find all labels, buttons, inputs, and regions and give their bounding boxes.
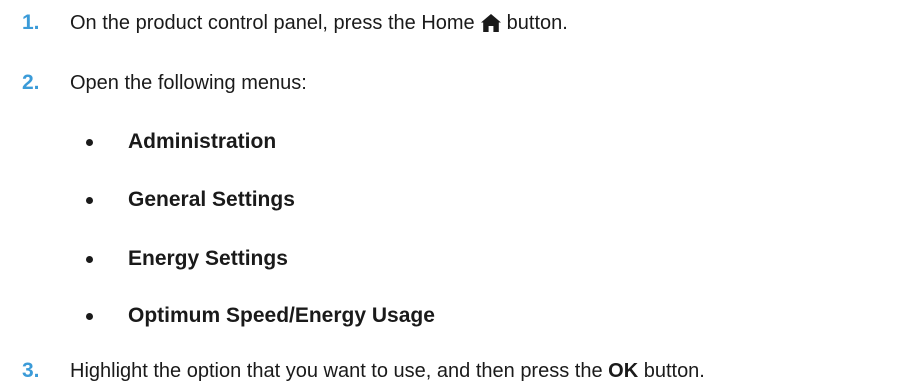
bullet-icon (0, 255, 128, 263)
home-icon (480, 13, 502, 33)
step-text: On the product control panel, press the … (70, 10, 568, 36)
step-number: 3. (22, 359, 40, 382)
ok-button-label: OK (608, 360, 639, 382)
bullet-icon (0, 196, 128, 204)
menu-item: Optimum Speed/Energy Usage (0, 303, 435, 329)
step-text-part: button. (643, 360, 705, 382)
menu-item: General Settings (0, 187, 295, 213)
step-1: 1. On the product control panel, press t… (0, 10, 568, 36)
menu-item: Administration (0, 129, 276, 155)
step-3: 3. Highlight the option that you want to… (0, 358, 705, 384)
step-2: 2. Open the following menus: (0, 70, 307, 96)
step-text: Open the following menus: (70, 72, 307, 94)
menu-item-label: Administration (128, 130, 277, 153)
menu-item-label: Energy Settings (128, 247, 288, 270)
bullet-icon (0, 138, 128, 146)
step-text: Highlight the option that you want to us… (70, 358, 705, 384)
menu-item-label: Optimum Speed/Energy Usage (128, 304, 435, 327)
menu-item: Energy Settings (0, 246, 288, 272)
step-text-part: On the product control panel, press the … (70, 12, 475, 34)
step-text-part: Highlight the option that you want to us… (70, 360, 603, 382)
step-text-part: button. (506, 12, 568, 34)
step-number: 1. (22, 11, 40, 34)
step-number: 2. (22, 71, 40, 94)
bullet-icon (0, 312, 128, 320)
menu-item-label: General Settings (128, 188, 295, 211)
